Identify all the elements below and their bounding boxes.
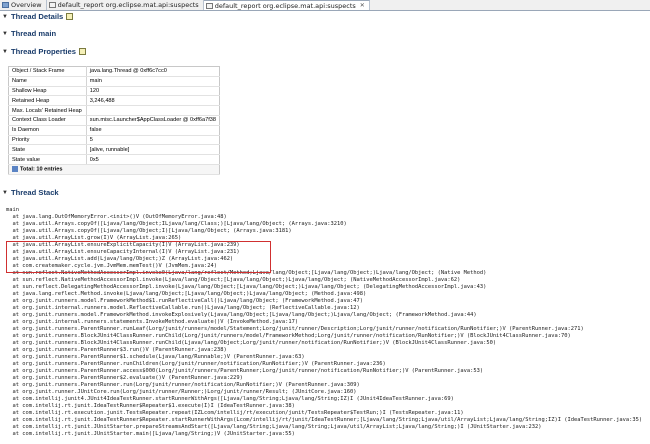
property-key: Priority <box>8 135 87 146</box>
property-key: Shallow Heap <box>8 86 87 97</box>
section-title: Thread Details <box>10 12 64 21</box>
close-tab-icon[interactable]: ✕ <box>360 1 365 11</box>
stack-frame-line: at org.junit.runners.ParentRunner.runChi… <box>6 361 386 367</box>
section-thread-details[interactable]: ▼ Thread Details <box>2 12 74 21</box>
expand-triangle-icon[interactable]: ▼ <box>2 31 8 37</box>
section-title: Thread main <box>10 29 57 38</box>
stack-frame-line: at com.intellij.junit4.JUnit4IdeaTestRun… <box>6 396 454 402</box>
total-entries: Total: 10 entries <box>8 164 220 175</box>
expand-triangle-icon[interactable]: ▼ <box>2 14 8 20</box>
stack-frame-line: at java.lang.OutOfMemoryError.<init>()V … <box>6 214 227 220</box>
property-value: sun.misc.Launcher$AppClassLoader @ 0xff6… <box>86 115 220 126</box>
stack-frame-line: at org.junit.internal.runners.statements… <box>6 319 299 325</box>
table-row[interactable]: Is Daemon false <box>8 125 220 136</box>
overview-icon <box>2 2 9 8</box>
property-value: 120 <box>86 86 220 97</box>
table-row[interactable]: State value 0x5 <box>8 154 220 165</box>
section-details-icon <box>66 13 74 20</box>
stack-frame-line: at org.junit.runners.ParentRunner.access… <box>6 368 484 374</box>
table-row[interactable]: Shallow Heap 120 <box>8 86 220 97</box>
stack-frame-line: at org.junit.runners.BlockJUnit4ClassRun… <box>6 340 497 346</box>
tab-label: default_report org.eclipse.mat.api:suspe… <box>57 1 199 9</box>
stack-frame-line: at org.junit.runners.ParentRunner$3.run(… <box>6 347 227 353</box>
property-key: Context Class Loader <box>8 115 87 126</box>
table-row[interactable]: Context Class Loader sun.misc.Launcher$Ap… <box>8 115 220 126</box>
property-value: [alive, runnable] <box>86 144 220 156</box>
property-value: java.lang.Thread @ 0xff6c7cc0 <box>86 66 220 77</box>
section-properties-icon <box>78 48 86 55</box>
table-row[interactable]: Name main <box>8 76 220 87</box>
tab-overview[interactable]: Overview <box>0 0 47 10</box>
property-value: 5 <box>86 135 220 146</box>
property-key: Max. Locals' Retained Heap <box>8 105 87 116</box>
highlight-annotation-box <box>6 241 271 273</box>
property-value: main <box>86 76 220 87</box>
stack-frame-line: at org.junit.runner.JUnitCore.run(Lorg/j… <box>6 389 357 395</box>
table-row[interactable]: Priority 5 <box>8 135 220 146</box>
editor-tab-bar: Overview default_report org.eclipse.mat.… <box>0 0 650 11</box>
tab-label: Overview <box>11 1 42 9</box>
stack-frame-line: at java.util.Arrays.copyOf([Ljava/lang/O… <box>6 221 347 227</box>
property-value: 0x5 <box>86 154 220 165</box>
stack-frame-line: at org.junit.runners.model.FrameworkMeth… <box>6 312 477 318</box>
stack-frame-line: at com.intellij.rt.junit.IdeaTestRunner$… <box>6 417 643 423</box>
thread-properties-table: Object / Stack Frame java.lang.Thread @ 0… <box>8 66 220 175</box>
property-key: Retained Heap <box>8 95 87 107</box>
stack-frame-line: at com.intellij.rt.junit.IdeaTestRunner$… <box>6 403 295 409</box>
report-icon <box>205 2 213 9</box>
table-row[interactable]: Object / Stack Frame java.lang.Thread @ 0… <box>8 66 220 77</box>
stack-frame-line: at org.junit.runners.ParentRunner.runLea… <box>6 326 584 332</box>
stack-frame-line: at org.junit.internal.runners.model.Refl… <box>6 305 360 311</box>
stack-frame-line: at org.junit.runners.ParentRunner.run(Lo… <box>6 382 360 388</box>
stack-frame-line: at com.intellij.rt.junit.JUnitStarter.ma… <box>6 431 295 437</box>
tab-suspects-report-2[interactable]: default_report org.eclipse.mat.api:suspe… <box>203 0 370 11</box>
tab-label: default_report org.eclipse.mat.api:suspe… <box>214 1 356 10</box>
stack-frame-line: at sun.reflect.NativeMethodAccessorImpl.… <box>6 277 461 283</box>
table-row[interactable]: Max. Locals' Retained Heap <box>8 105 220 116</box>
stack-frame-line: at java.lang.reflect.Method.invoke(Ljava… <box>6 291 367 297</box>
expand-triangle-icon[interactable]: ▼ <box>2 49 8 55</box>
sum-icon <box>12 166 18 173</box>
total-label: Total: 10 entries <box>20 166 63 173</box>
stack-frame-line: at org.junit.runners.ParentRunner$2.eval… <box>6 375 243 381</box>
property-value: false <box>86 125 220 136</box>
section-thread-stack[interactable]: ▼ Thread Stack <box>2 188 59 197</box>
property-key: Object / Stack Frame <box>8 66 87 77</box>
section-thread-main[interactable]: ▼ Thread main <box>2 29 56 38</box>
property-key: State value <box>8 154 87 165</box>
tab-suspects-report-1[interactable]: default_report org.eclipse.mat.api:suspe… <box>47 0 204 10</box>
stack-frame-line: at org.junit.runners.model.FrameworkMeth… <box>6 298 363 304</box>
property-key: State <box>8 144 87 156</box>
stack-frame-line: at org.junit.runners.BlockJUnit4ClassRun… <box>6 333 571 339</box>
property-value: 3,246,488 <box>86 95 220 107</box>
stack-frame-line: at sun.reflect.DelegatingMethodAccessorI… <box>6 284 487 290</box>
stack-frame-line: at org.junit.runners.ParentRunner$1.sche… <box>6 354 305 360</box>
section-title: Thread Properties <box>10 47 76 56</box>
stack-frame-line: at com.intellij.rt.execution.junit.Tests… <box>6 410 464 416</box>
stack-frame-line: at com.intellij.rt.junit.JUnitStarter.pr… <box>6 424 542 430</box>
property-key: Is Daemon <box>8 125 87 136</box>
stack-frame-line: main <box>6 207 19 213</box>
property-value <box>86 105 220 116</box>
expand-triangle-icon[interactable]: ▼ <box>2 190 8 196</box>
section-title: Thread Stack <box>10 188 59 197</box>
table-total-row: Total: 10 entries <box>8 164 220 175</box>
table-row[interactable]: Retained Heap 3,246,488 <box>8 95 220 107</box>
section-thread-properties[interactable]: ▼ Thread Properties <box>2 47 86 56</box>
property-key: Name <box>8 76 87 87</box>
report-icon <box>48 2 56 8</box>
stack-frame-line: at java.util.Arrays.copyOf([Ljava/lang/O… <box>6 228 292 234</box>
table-row[interactable]: State [alive, runnable] <box>8 144 220 156</box>
